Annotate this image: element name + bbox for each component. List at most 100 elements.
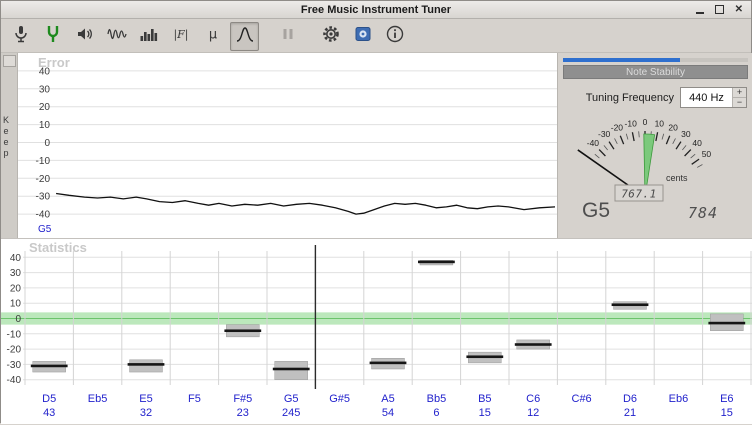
svg-text:A5: A5 bbox=[381, 393, 394, 405]
svg-text:-40: -40 bbox=[587, 138, 600, 148]
tuning-fork-button[interactable] bbox=[38, 22, 67, 51]
svg-text:0: 0 bbox=[643, 117, 648, 127]
svg-text:-30: -30 bbox=[598, 129, 611, 139]
gaussian-curve-icon bbox=[235, 24, 255, 49]
svg-text:54: 54 bbox=[382, 407, 394, 419]
svg-text:23: 23 bbox=[237, 407, 249, 419]
histogram-icon bbox=[139, 24, 159, 49]
mu-icon: μ bbox=[203, 24, 223, 49]
svg-text:-10: -10 bbox=[625, 118, 638, 128]
fourier-button[interactable]: |F| bbox=[166, 22, 195, 51]
error-plot-panel: 403020100-10-20-30-40 Error G5 bbox=[18, 53, 557, 238]
window-controls: ✕ bbox=[696, 1, 743, 18]
info-button[interactable] bbox=[380, 22, 409, 51]
svg-text:0: 0 bbox=[44, 138, 50, 149]
tuning-fork-icon bbox=[43, 24, 63, 49]
error-plot-title: Error bbox=[38, 55, 70, 70]
svg-text:F#5: F#5 bbox=[233, 393, 252, 405]
splitter-handle[interactable] bbox=[3, 55, 16, 67]
svg-text:245: 245 bbox=[282, 407, 300, 419]
tuning-frequency-spinbox: + − bbox=[680, 87, 747, 108]
svg-text:0: 0 bbox=[15, 314, 21, 325]
gear-icon bbox=[321, 24, 341, 49]
svg-text:-30: -30 bbox=[36, 192, 51, 203]
svg-text:20: 20 bbox=[668, 122, 678, 132]
svg-text:10: 10 bbox=[655, 118, 665, 128]
svg-text:-10: -10 bbox=[36, 156, 51, 167]
settings-button[interactable] bbox=[316, 22, 345, 51]
svg-text:cents: cents bbox=[666, 173, 688, 183]
svg-text:767.1: 767.1 bbox=[621, 188, 657, 201]
speaker-button[interactable] bbox=[70, 22, 99, 51]
svg-text:6: 6 bbox=[433, 407, 439, 419]
info-icon bbox=[385, 24, 405, 49]
spin-down-button[interactable]: − bbox=[733, 98, 746, 107]
mu-statistics-button[interactable]: μ bbox=[198, 22, 227, 51]
spin-buttons: + − bbox=[732, 88, 746, 107]
waveform-icon bbox=[107, 24, 127, 49]
sound-device-button[interactable] bbox=[348, 22, 377, 51]
error-plot-svg: 403020100-10-20-30-40 bbox=[18, 53, 557, 238]
waveform-button[interactable] bbox=[102, 22, 131, 51]
svg-text:-30: -30 bbox=[7, 360, 22, 371]
microphone-icon bbox=[11, 24, 31, 49]
microphone-button[interactable] bbox=[6, 22, 35, 51]
minimize-button[interactable] bbox=[696, 5, 704, 14]
svg-text:10: 10 bbox=[10, 299, 22, 310]
svg-text:-20: -20 bbox=[36, 174, 51, 185]
svg-text:E5: E5 bbox=[139, 393, 152, 405]
title-bar: Free Music Instrument Tuner ✕ bbox=[1, 1, 751, 19]
svg-text:21: 21 bbox=[624, 407, 636, 419]
speaker-icon bbox=[75, 24, 95, 49]
stability-progress-fill bbox=[563, 58, 680, 62]
svg-text:|F|: |F| bbox=[173, 28, 188, 42]
statistics-panel: 40 30 20 10 0 -10 -20 -30 -40 D5 43 Eb5 E5 32 F5 F#5 23 G… bbox=[1, 238, 752, 424]
svg-text:Eb5: Eb5 bbox=[88, 393, 108, 405]
histogram-button[interactable] bbox=[134, 22, 163, 51]
sound-device-icon bbox=[353, 24, 373, 49]
svg-text:12: 12 bbox=[527, 407, 539, 419]
svg-text:43: 43 bbox=[43, 407, 55, 419]
svg-text:D6: D6 bbox=[623, 393, 637, 405]
statistics-svg: 40 30 20 10 0 -10 -20 -30 -40 D5 43 Eb5 E5 32 F5 F#5 23 G… bbox=[1, 239, 752, 425]
svg-text:E6: E6 bbox=[720, 393, 733, 405]
maximize-button[interactable] bbox=[715, 5, 724, 14]
toolbar-separator bbox=[262, 36, 270, 37]
tuning-frequency-input[interactable] bbox=[681, 88, 732, 107]
close-button[interactable]: ✕ bbox=[735, 5, 743, 15]
svg-text:B5: B5 bbox=[478, 393, 491, 405]
svg-text:30: 30 bbox=[681, 129, 691, 139]
svg-text:-20: -20 bbox=[7, 345, 22, 356]
note-stability-label: Note Stability bbox=[626, 67, 685, 78]
note-stability-progress bbox=[563, 58, 748, 62]
svg-text:-40: -40 bbox=[36, 210, 51, 221]
window-title: Free Music Instrument Tuner bbox=[301, 4, 451, 16]
svg-text:G#5: G#5 bbox=[329, 393, 350, 405]
toolbar: |F| μ bbox=[1, 20, 751, 53]
svg-text:32: 32 bbox=[140, 407, 152, 419]
tuning-frequency-label: Tuning Frequency bbox=[558, 92, 674, 104]
gaussian-curve-button[interactable] bbox=[230, 22, 259, 51]
svg-text:F5: F5 bbox=[188, 393, 201, 405]
detected-note: G5 bbox=[582, 199, 610, 223]
svg-text:C#6: C#6 bbox=[572, 393, 592, 405]
svg-text:C6: C6 bbox=[526, 393, 540, 405]
svg-text:μ: μ bbox=[208, 27, 216, 42]
pause-button[interactable] bbox=[273, 22, 302, 51]
svg-text:D5: D5 bbox=[42, 393, 56, 405]
keep-label: Keep bbox=[1, 115, 17, 159]
minimize-icon bbox=[696, 5, 704, 14]
keep-splitter[interactable]: Keep bbox=[1, 53, 18, 238]
svg-text:50: 50 bbox=[702, 149, 712, 159]
svg-text:-40: -40 bbox=[7, 375, 22, 386]
dial-svg: -40-30-20-1001020304050cents767.1 bbox=[558, 109, 752, 207]
svg-text:30: 30 bbox=[10, 268, 22, 279]
maximize-icon bbox=[715, 5, 724, 14]
svg-text:20: 20 bbox=[39, 102, 51, 113]
svg-text:40: 40 bbox=[10, 253, 22, 264]
svg-text:-10: -10 bbox=[7, 329, 22, 340]
svg-text:40: 40 bbox=[692, 138, 702, 148]
svg-text:G5: G5 bbox=[284, 393, 299, 405]
svg-text:20: 20 bbox=[10, 283, 22, 294]
statistics-title: Statistics bbox=[29, 240, 87, 255]
